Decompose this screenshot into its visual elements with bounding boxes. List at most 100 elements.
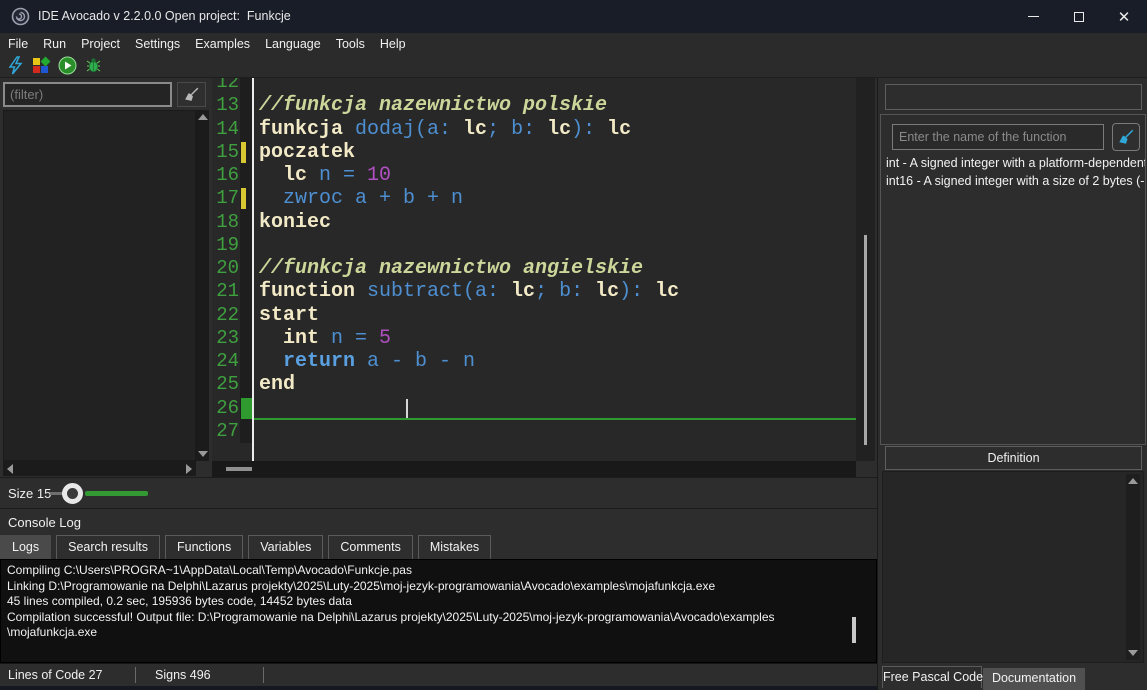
ide-window: IDE Avocado v 2.2.0.0 Open project: Funk… bbox=[0, 0, 1147, 690]
code-text: funkcja dodaj(a: lc; b: lc): lc bbox=[252, 118, 875, 141]
token-kw: start bbox=[259, 304, 319, 327]
definition-header: Definition bbox=[885, 446, 1142, 470]
editor-line-16[interactable]: 16 lc n = 10 bbox=[212, 164, 875, 187]
left-list-vscrollbar[interactable] bbox=[196, 110, 209, 461]
console-tab-comments[interactable]: Comments bbox=[328, 535, 412, 559]
editor-lines: 1213//funkcja nazewnictwo polskie14funkc… bbox=[212, 78, 875, 443]
line-number: 12 bbox=[212, 78, 240, 94]
scroll-down-icon[interactable] bbox=[1128, 650, 1138, 656]
maximize-button[interactable] bbox=[1056, 0, 1102, 33]
play-icon[interactable] bbox=[58, 56, 77, 75]
scroll-up-icon[interactable] bbox=[198, 114, 208, 120]
editor-line-27[interactable]: 27 bbox=[212, 420, 875, 443]
menu-item-tools[interactable]: Tools bbox=[336, 37, 365, 51]
token-kw: lc bbox=[547, 118, 571, 141]
log-line: Compiling C:\Users\PROGRA~1\AppData\Loca… bbox=[7, 563, 870, 579]
code-text: start bbox=[252, 304, 875, 327]
menu-item-examples[interactable]: Examples bbox=[195, 37, 250, 51]
line-number: 27 bbox=[212, 420, 240, 443]
editor-line-12[interactable]: 12 bbox=[212, 78, 875, 94]
log-output[interactable]: Compiling C:\Users\PROGRA~1\AppData\Loca… bbox=[0, 559, 877, 663]
menu-item-help[interactable]: Help bbox=[380, 37, 406, 51]
function-search-input[interactable] bbox=[892, 124, 1104, 150]
function-result-item[interactable]: int16 - A signed integer with a size of … bbox=[883, 172, 1145, 190]
scroll-up-icon[interactable] bbox=[1128, 478, 1138, 484]
log-line: 45 lines compiled, 0.2 sec, 195936 bytes… bbox=[7, 594, 870, 610]
token-kw: lc bbox=[511, 280, 535, 303]
scroll-right-icon[interactable] bbox=[186, 464, 192, 474]
token-id: ): bbox=[619, 280, 655, 303]
editor-hscrollbar[interactable] bbox=[212, 461, 875, 477]
console-tab-functions[interactable]: Functions bbox=[165, 535, 243, 559]
editor-line-20[interactable]: 20//funkcja nazewnictwo angielskie bbox=[212, 257, 875, 280]
clear-filter-button[interactable] bbox=[177, 82, 206, 107]
scrollbar-corner bbox=[856, 461, 875, 477]
close-button[interactable]: ✕ bbox=[1101, 0, 1147, 33]
token-num: 10 bbox=[367, 164, 391, 187]
editor-line-13[interactable]: 13//funkcja nazewnictwo polskie bbox=[212, 94, 875, 117]
bug-icon[interactable] bbox=[84, 56, 103, 75]
token-id: n = bbox=[307, 164, 367, 187]
editor-vscroll-thumb[interactable] bbox=[864, 235, 867, 445]
editor-line-25[interactable]: 25end bbox=[212, 373, 875, 396]
editor-line-24[interactable]: 24 return a - b - n bbox=[212, 350, 875, 373]
editor-line-18[interactable]: 18koniec bbox=[212, 211, 875, 234]
yellow-square bbox=[33, 58, 40, 65]
app-logo-icon bbox=[11, 7, 30, 26]
log-vscroll-thumb[interactable] bbox=[852, 617, 856, 643]
function-result-item[interactable]: int - A signed integer with a platform-d… bbox=[883, 154, 1145, 172]
left-list-hscrollbar[interactable] bbox=[3, 461, 196, 476]
gutter-marker bbox=[240, 141, 252, 164]
menu-item-settings[interactable]: Settings bbox=[135, 37, 180, 51]
token-id: dodaj(a: bbox=[343, 118, 463, 141]
line-number: 21 bbox=[212, 280, 240, 303]
editor-line-26[interactable]: 26 bbox=[212, 397, 875, 420]
lightning-icon[interactable] bbox=[6, 56, 25, 75]
tab-documentation[interactable]: Documentation bbox=[983, 668, 1085, 690]
console-tab-logs[interactable]: Logs bbox=[0, 535, 51, 559]
gutter-marker bbox=[240, 397, 252, 420]
filter-input[interactable] bbox=[3, 82, 172, 107]
editor-vscrollbar[interactable] bbox=[856, 78, 875, 461]
size-slider-handle[interactable] bbox=[62, 483, 83, 504]
scroll-left-icon[interactable] bbox=[7, 464, 13, 474]
clear-search-button[interactable] bbox=[1112, 123, 1140, 151]
editor-line-15[interactable]: 15poczatek bbox=[212, 141, 875, 164]
filter-results-list[interactable] bbox=[3, 110, 196, 461]
title-bar: IDE Avocado v 2.2.0.0 Open project: Funk… bbox=[0, 0, 1147, 33]
token-kw: lc bbox=[463, 118, 487, 141]
code-text: koniec bbox=[252, 211, 875, 234]
token-id: subtract(a: bbox=[355, 280, 511, 303]
size-slider-track[interactable] bbox=[85, 491, 148, 496]
editor-line-17[interactable]: 17 zwroc a + b + n bbox=[212, 187, 875, 210]
gutter-marker bbox=[240, 118, 252, 141]
token-kw: lc bbox=[595, 280, 619, 303]
console-tab-mistakes[interactable]: Mistakes bbox=[418, 535, 491, 559]
token-id: zwroc a + b + n bbox=[259, 187, 463, 210]
menu-item-project[interactable]: Project bbox=[81, 37, 120, 51]
editor-line-22[interactable]: 22start bbox=[212, 304, 875, 327]
definition-vscrollbar[interactable] bbox=[1126, 474, 1140, 660]
red-square bbox=[33, 66, 40, 73]
code-editor[interactable]: 1213//funkcja nazewnictwo polskie14funkc… bbox=[212, 78, 875, 461]
scroll-down-icon[interactable] bbox=[198, 451, 208, 457]
window-title: IDE Avocado v 2.2.0.0 Open project: Funk… bbox=[38, 0, 291, 33]
minimize-button[interactable] bbox=[1010, 0, 1056, 33]
line-number: 13 bbox=[212, 94, 240, 117]
editor-line-14[interactable]: 14funkcja dodaj(a: lc; b: lc): lc bbox=[212, 118, 875, 141]
gutter-marker bbox=[240, 164, 252, 187]
menu-item-file[interactable]: File bbox=[8, 37, 28, 51]
editor-line-21[interactable]: 21 function subtract(a: lc; b: lc): lc bbox=[212, 280, 875, 303]
code-text: return a - b - n bbox=[252, 350, 875, 373]
definition-content[interactable] bbox=[882, 471, 1144, 663]
menu-item-run[interactable]: Run bbox=[43, 37, 66, 51]
colored-squares-icon[interactable] bbox=[32, 56, 51, 75]
editor-hscroll-thumb[interactable] bbox=[226, 467, 252, 471]
console-tab-variables[interactable]: Variables bbox=[248, 535, 323, 559]
console-tab-search-results[interactable]: Search results bbox=[56, 535, 160, 559]
menu-item-language[interactable]: Language bbox=[265, 37, 321, 51]
tab-free-pascal-code[interactable]: Free Pascal Code bbox=[882, 666, 982, 688]
editor-line-23[interactable]: 23 int n = 5 bbox=[212, 327, 875, 350]
code-text: function subtract(a: lc; b: lc): lc bbox=[252, 280, 875, 303]
editor-line-19[interactable]: 19 bbox=[212, 234, 875, 257]
